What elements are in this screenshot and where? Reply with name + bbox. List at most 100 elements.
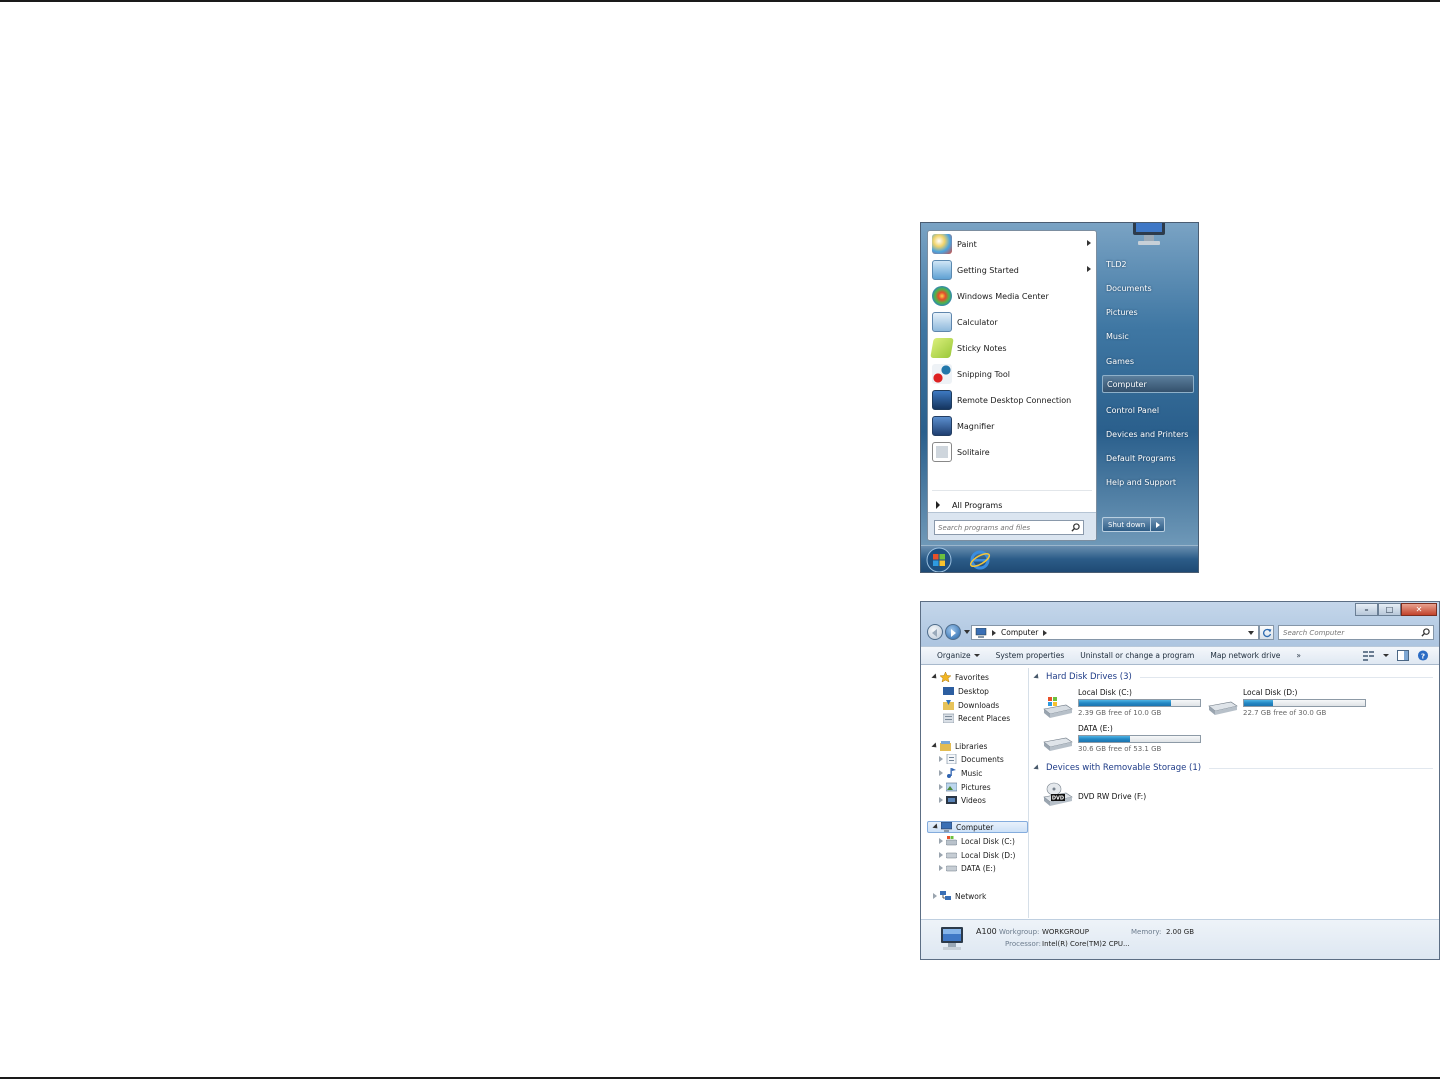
minimize-button[interactable]: – (1355, 603, 1378, 616)
change-view-icon[interactable] (1363, 650, 1375, 661)
expand-arrow-icon[interactable] (937, 864, 945, 872)
group-hard-disk-drives[interactable]: Hard Disk Drives (3) (1033, 671, 1433, 683)
expand-arrow-icon[interactable] (937, 796, 945, 804)
shutdown-options-arrow-icon[interactable] (1151, 517, 1166, 532)
processor-value: Intel(R) Core(TM)2 CPU... (1042, 940, 1130, 948)
program-magnifier[interactable]: Magnifier (930, 414, 1095, 438)
organize-menu[interactable]: Organize (937, 651, 980, 660)
program-label: Solitaire (957, 447, 990, 457)
expand-arrow-icon[interactable] (937, 783, 945, 791)
magnifier-icon (932, 416, 952, 436)
nav-downloads[interactable]: Downloads (943, 699, 999, 711)
expand-arrow-icon[interactable] (937, 837, 945, 845)
program-remote-desktop[interactable]: Remote Desktop Connection (930, 388, 1095, 412)
program-calculator[interactable]: Calculator (930, 310, 1095, 334)
explorer-search-input[interactable] (1279, 626, 1414, 639)
link-computer[interactable]: Computer (1102, 375, 1194, 393)
program-label: Snipping Tool (957, 369, 1010, 379)
program-sticky-notes[interactable]: Sticky Notes (930, 336, 1095, 360)
internet-explorer-icon[interactable] (969, 549, 991, 571)
nav-data-e[interactable]: DATA (E:) (937, 862, 996, 874)
group-removable-storage[interactable]: Devices with Removable Storage (1) (1033, 762, 1433, 774)
nav-local-disk-d[interactable]: Local Disk (D:) (937, 849, 1015, 861)
workgroup-value: WORKGROUP (1042, 928, 1090, 936)
program-windows-media-center[interactable]: Windows Media Center (930, 284, 1095, 308)
start-search-box[interactable] (934, 520, 1084, 535)
nav-label: Computer (956, 822, 994, 832)
collapse-arrow-icon[interactable] (931, 742, 939, 750)
maximize-icon: □ (1385, 604, 1394, 614)
collapse-arrow-icon[interactable] (932, 823, 940, 831)
program-solitaire[interactable]: Solitaire (930, 440, 1095, 464)
link-help-support[interactable]: Help and Support (1102, 473, 1194, 491)
expand-arrow-icon[interactable] (931, 892, 939, 900)
nav-libraries[interactable]: Libraries (931, 740, 987, 752)
link-pictures[interactable]: Pictures (1102, 303, 1194, 321)
expand-arrow-icon[interactable] (937, 851, 945, 859)
expand-arrow-icon[interactable] (937, 769, 945, 777)
program-snipping-tool[interactable]: Snipping Tool (930, 362, 1095, 386)
nav-network[interactable]: Network (931, 890, 986, 902)
drive-data-e[interactable]: DATA (E:) 30.6 GB free of 53.1 GB (1042, 724, 1202, 760)
back-button[interactable] (927, 624, 943, 640)
link-music[interactable]: Music (1102, 327, 1194, 345)
program-getting-started[interactable]: Getting Started (930, 258, 1095, 282)
nav-local-disk-c[interactable]: Local Disk (C:) (937, 835, 1015, 847)
media-center-icon (932, 286, 952, 306)
collapse-group-icon[interactable] (1033, 764, 1041, 772)
expand-arrow-icon[interactable] (937, 755, 945, 763)
close-button[interactable]: ✕ (1401, 603, 1437, 616)
refresh-button[interactable] (1259, 625, 1274, 640)
nav-documents[interactable]: Documents (937, 753, 1004, 765)
collapse-arrow-icon[interactable] (931, 673, 939, 681)
submenu-arrow-icon[interactable] (1087, 266, 1091, 272)
nav-label: Pictures (961, 782, 991, 792)
address-bar[interactable]: Computer (971, 625, 1259, 640)
nav-pictures[interactable]: Pictures (937, 781, 991, 793)
drive-local-disk-c[interactable]: Local Disk (C:) 2.39 GB free of 10.0 GB (1042, 688, 1202, 724)
start-search-input[interactable] (935, 521, 1065, 534)
submenu-arrow-icon[interactable] (1087, 240, 1091, 246)
uninstall-program-button[interactable]: Uninstall or change a program (1080, 651, 1194, 660)
computer-monitor-icon (1133, 223, 1165, 245)
nav-label: Local Disk (D:) (961, 850, 1016, 860)
link-games[interactable]: Games (1102, 352, 1194, 370)
link-user[interactable]: TLD2 (1102, 255, 1194, 273)
nav-desktop[interactable]: Desktop (943, 685, 989, 697)
drive-local-disk-d[interactable]: Local Disk (D:) 22.7 GB free of 30.0 GB (1207, 688, 1367, 724)
more-commands-button[interactable]: » (1296, 651, 1301, 660)
breadcrumb-separator-icon[interactable] (1043, 629, 1048, 636)
nav-computer[interactable]: Computer (927, 821, 1028, 833)
nav-music[interactable]: Music (937, 767, 982, 779)
view-options-chevron-icon[interactable] (1383, 654, 1389, 657)
forward-button[interactable] (945, 624, 961, 640)
explorer-search-box[interactable] (1278, 625, 1434, 640)
address-dropdown-icon[interactable] (1248, 631, 1254, 635)
drive-dvd-rw-f[interactable]: DVD DVD RW Drive (F:) (1042, 782, 1202, 818)
memory-label: Memory: (1131, 928, 1162, 936)
search-icon[interactable] (1421, 628, 1430, 637)
shutdown-button[interactable]: Shut down (1102, 517, 1152, 532)
link-default-programs[interactable]: Default Programs (1102, 449, 1194, 467)
link-documents[interactable]: Documents (1102, 279, 1194, 297)
nav-favorites[interactable]: Favorites (931, 671, 989, 683)
breadcrumb-computer[interactable]: Computer (1001, 628, 1038, 637)
preview-pane-icon[interactable] (1397, 650, 1409, 661)
system-properties-button[interactable]: System properties (996, 651, 1065, 660)
explorer-window: – □ ✕ Computer Organize System propertie… (920, 601, 1440, 960)
link-devices-printers[interactable]: Devices and Printers (1102, 425, 1194, 443)
nav-videos[interactable]: Videos (937, 794, 986, 806)
recent-pages-dropdown-icon[interactable] (964, 630, 970, 634)
details-pane: A100 Workgroup: WORKGROUP Memory: 2.00 G… (921, 919, 1439, 959)
drive-name: Local Disk (C:) (1078, 688, 1132, 697)
collapse-group-icon[interactable] (1033, 673, 1041, 681)
maximize-button[interactable]: □ (1378, 603, 1401, 616)
breadcrumb-separator-icon[interactable] (992, 629, 996, 636)
program-paint[interactable]: Paint (930, 232, 1095, 256)
help-icon[interactable]: ? (1417, 650, 1429, 661)
search-icon[interactable] (1071, 523, 1080, 532)
nav-recent-places[interactable]: Recent Places (943, 712, 1010, 724)
map-network-drive-button[interactable]: Map network drive (1210, 651, 1280, 660)
windows-start-orb-icon[interactable] (926, 547, 952, 573)
link-control-panel[interactable]: Control Panel (1102, 401, 1194, 419)
